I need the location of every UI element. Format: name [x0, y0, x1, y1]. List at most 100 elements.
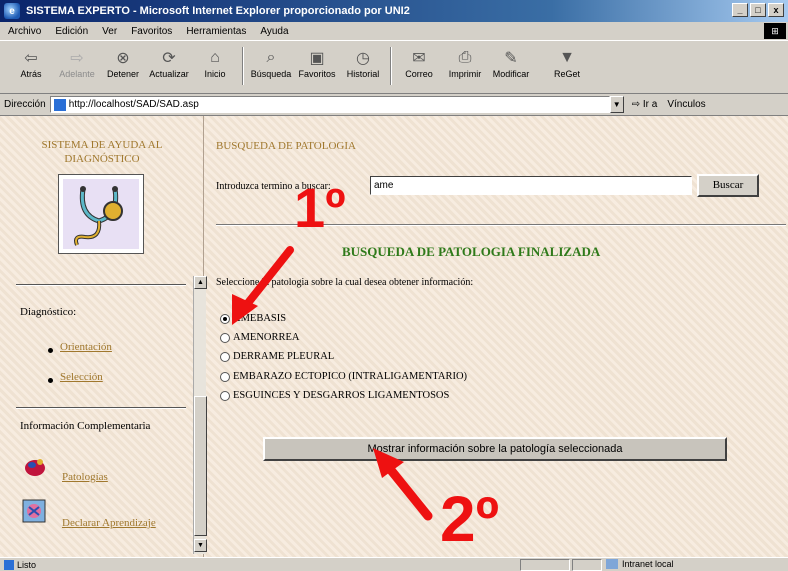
- diagnostico-heading: Diagnóstico:: [20, 306, 77, 318]
- stop-label: Detener: [106, 69, 140, 79]
- stop-icon: ⊗: [116, 50, 130, 67]
- step1-annotation: 1º: [294, 176, 346, 239]
- address-dropdown-button[interactable]: ▼: [609, 96, 624, 113]
- menu-archivo[interactable]: Archivo: [8, 26, 41, 37]
- maximize-button[interactable]: □: [750, 3, 766, 17]
- pathology-option[interactable]: DERRAME PLEURAL: [220, 351, 334, 362]
- menu-ver[interactable]: Ver: [102, 26, 117, 37]
- search-icon: ⌕: [266, 49, 276, 66]
- funnel-icon: ▼: [559, 49, 575, 66]
- print-button[interactable]: ⎙ Imprimir: [442, 47, 488, 79]
- pathology-option[interactable]: AMEBASIS: [220, 313, 286, 324]
- search-label: Búsqueda: [250, 69, 292, 79]
- stop-button[interactable]: ⊗ Detener: [100, 47, 146, 79]
- reget-button[interactable]: ▼ ReGet: [544, 47, 590, 79]
- status-pane: [572, 559, 602, 571]
- edit-button[interactable]: ✎ Modificar: [488, 47, 534, 79]
- go-label: Ir a: [642, 99, 658, 110]
- minimize-button[interactable]: _: [732, 3, 748, 17]
- sidebar-scrollbar[interactable]: ▲ ▼: [193, 276, 207, 554]
- mail-button[interactable]: ✉ Correo: [396, 47, 442, 79]
- pathology-option-label: EMBARAZO ECTOPICO (INTRALIGAMENTARIO): [233, 371, 468, 382]
- forward-arrow-icon: ⇨: [70, 50, 84, 67]
- security-zone: Intranet local: [606, 559, 674, 569]
- favorites-button[interactable]: ▣ Favoritos: [294, 47, 340, 79]
- system-title: SISTEMA DE AYUDA AL DIAGNÓSTICO: [0, 138, 204, 166]
- radio-button[interactable]: [220, 351, 230, 362]
- edit-page-icon: ✎: [504, 50, 518, 67]
- home-icon: ⌂: [210, 49, 220, 66]
- status-bar: Listo Intranet local: [0, 557, 788, 571]
- print-label: Imprimir: [448, 69, 482, 79]
- pathology-option-label: DERRAME PLEURAL: [233, 351, 335, 362]
- toolbar-separator: [390, 47, 392, 85]
- nav-link-orientacion[interactable]: Orientación: [60, 341, 112, 353]
- system-title-line1: SISTEMA DE AYUDA AL: [41, 139, 163, 151]
- select-pathology-label: Seleccione la patologia sobre la cual de…: [216, 277, 474, 288]
- nav-link-patologias[interactable]: Patologías: [62, 471, 108, 483]
- close-button[interactable]: x: [768, 3, 784, 17]
- refresh-button[interactable]: ⟳ Actualizar: [146, 47, 192, 79]
- pathology-option[interactable]: ESGUINCES Y DESGARROS LIGAMENTOSOS: [220, 390, 449, 401]
- go-button[interactable]: ⇨ Ir a: [632, 99, 658, 110]
- search-term-input[interactable]: ame: [370, 176, 692, 195]
- bullet: [48, 378, 53, 383]
- bullet: [48, 348, 53, 353]
- refresh-label: Actualizar: [149, 69, 189, 79]
- back-label: Atrás: [20, 69, 42, 79]
- menu-ayuda[interactable]: Ayuda: [260, 26, 288, 37]
- address-input[interactable]: http://localhost/SAD/SAD.asp: [49, 96, 610, 113]
- windows-logo-icon: ⊞: [764, 23, 786, 39]
- toolbar: ⇦ Atrás ⇨ Adelante ⊗ Detener ⟳ Actualiza…: [0, 40, 788, 94]
- mail-icon: ✉: [412, 50, 426, 67]
- buscar-button[interactable]: Buscar: [697, 174, 759, 197]
- window-controls: _ □ x: [732, 3, 784, 17]
- home-button[interactable]: ⌂ Inicio: [192, 47, 238, 79]
- pathology-option[interactable]: AMENORREA: [220, 332, 300, 343]
- radio-button[interactable]: [220, 371, 230, 382]
- printer-icon: ⎙: [458, 49, 472, 66]
- back-arrow-icon: ⇦: [24, 50, 38, 67]
- window-titlebar: e SISTEMA EXPERTO - Microsoft Internet E…: [0, 0, 788, 22]
- search-button[interactable]: ⌕ Búsqueda: [248, 47, 294, 79]
- nav-link-aprendizaje[interactable]: Declarar Aprendizaje: [62, 517, 156, 529]
- back-button[interactable]: ⇦ Atrás: [8, 47, 54, 79]
- radio-button[interactable]: [220, 313, 230, 324]
- home-label: Inicio: [204, 69, 226, 79]
- search-finished-heading: BUSQUEDA DE PATOLOGIA FINALIZADA: [342, 244, 601, 259]
- favorites-label: Favoritos: [298, 69, 336, 79]
- menu-herramientas[interactable]: Herramientas: [186, 26, 246, 37]
- stethoscope-logo-icon: [58, 174, 144, 254]
- pathology-option-label: AMENORREA: [233, 332, 300, 343]
- mail-label: Correo: [405, 69, 433, 79]
- page-done-icon: [4, 559, 14, 570]
- forward-label: Adelante: [59, 69, 95, 79]
- address-url: http://localhost/SAD/SAD.asp: [68, 99, 199, 110]
- links-button[interactable]: Vínculos: [667, 99, 705, 110]
- pathology-option[interactable]: EMBARAZO ECTOPICO (INTRALIGAMENTARIO): [220, 371, 467, 382]
- history-icon: ◷: [356, 50, 370, 67]
- pathology-option-label: ESGUINCES Y DESGARROS LIGAMENTOSOS: [233, 390, 450, 401]
- zone-label: Intranet local: [622, 559, 674, 569]
- show-pathology-info-button[interactable]: Mostrar información sobre la patología s…: [263, 437, 727, 461]
- sidebar-divider: [16, 407, 186, 409]
- radio-button[interactable]: [220, 390, 230, 401]
- forward-button[interactable]: ⇨ Adelante: [54, 47, 100, 79]
- menu-edicion[interactable]: Edición: [55, 26, 88, 37]
- menu-favoritos[interactable]: Favoritos: [131, 26, 172, 37]
- address-label: Dirección: [4, 99, 46, 110]
- nav-link-seleccion[interactable]: Selección: [60, 371, 103, 383]
- page-icon: [53, 98, 66, 111]
- edit-label: Modificar: [492, 69, 530, 79]
- step2-annotation: 2º: [440, 483, 499, 555]
- favorites-folder-icon: ▣: [309, 50, 325, 67]
- pathologies-icon: [22, 456, 48, 478]
- pathology-option-label: AMEBASIS: [233, 313, 287, 324]
- internet-explorer-icon: e: [4, 3, 20, 19]
- status-text: Listo: [17, 559, 37, 570]
- radio-button[interactable]: [220, 332, 230, 343]
- refresh-icon: ⟳: [162, 50, 176, 67]
- address-bar: Dirección http://localhost/SAD/SAD.asp ▼…: [0, 94, 788, 116]
- history-button[interactable]: ◷ Historial: [340, 47, 386, 79]
- system-title-line2: DIAGNÓSTICO: [64, 153, 140, 165]
